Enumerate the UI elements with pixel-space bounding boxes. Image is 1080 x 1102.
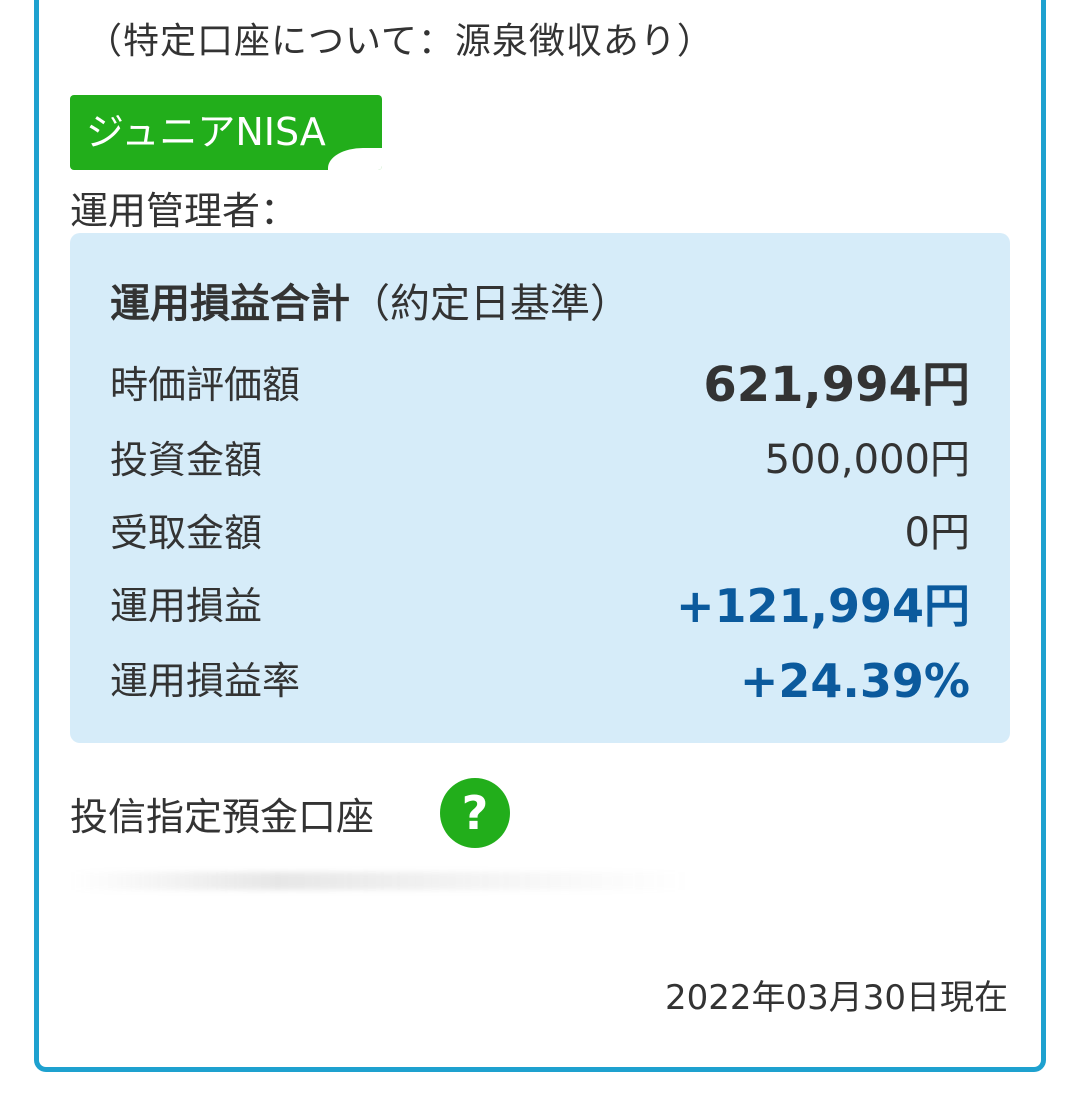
summary-title-basis: （約定日基準）: [350, 281, 630, 327]
profit-rate-label: 運用損益率: [110, 659, 301, 703]
profit-rate-value: +24.39%: [739, 654, 970, 708]
profit-summary-panel: 運用損益合計（約定日基準） 時価評価額 621,994円 投資金額 500,00…: [70, 233, 1010, 743]
row-profit-rate: 運用損益率 +24.39%: [110, 651, 970, 711]
help-icon[interactable]: ?: [440, 778, 510, 848]
row-market-value: 時価評価額 621,994円: [110, 355, 970, 415]
market-value-label: 時価評価額: [110, 363, 301, 407]
row-profit: 運用損益 +121,994円: [110, 576, 970, 636]
market-value: 621,994円: [703, 357, 970, 413]
junior-nisa-tag: ジュニアNISA: [70, 95, 382, 170]
invested-amount-label: 投資金額: [110, 438, 263, 482]
redacted-account-info: [70, 872, 690, 890]
invested-amount: 500,000円: [764, 437, 970, 483]
summary-title-main: 運用損益合計: [110, 281, 350, 327]
summary-title: 運用損益合計（約定日基準）: [110, 271, 630, 329]
manager-label: 運用管理者：: [70, 189, 299, 233]
account-type-note: （特定口座について：源泉徴収あり）: [86, 21, 714, 62]
row-invested-amount: 投資金額 500,000円: [110, 430, 970, 490]
fund-deposit-account-label: 投信指定預金口座: [70, 795, 375, 839]
as-of-date: 2022年03月30日現在: [664, 978, 1008, 1018]
profit-value: +121,994円: [675, 579, 970, 633]
received-amount: 0円: [904, 510, 970, 556]
row-received-amount: 受取金額 0円: [110, 503, 970, 563]
received-amount-label: 受取金額: [110, 511, 263, 555]
profit-label: 運用損益: [110, 584, 263, 628]
